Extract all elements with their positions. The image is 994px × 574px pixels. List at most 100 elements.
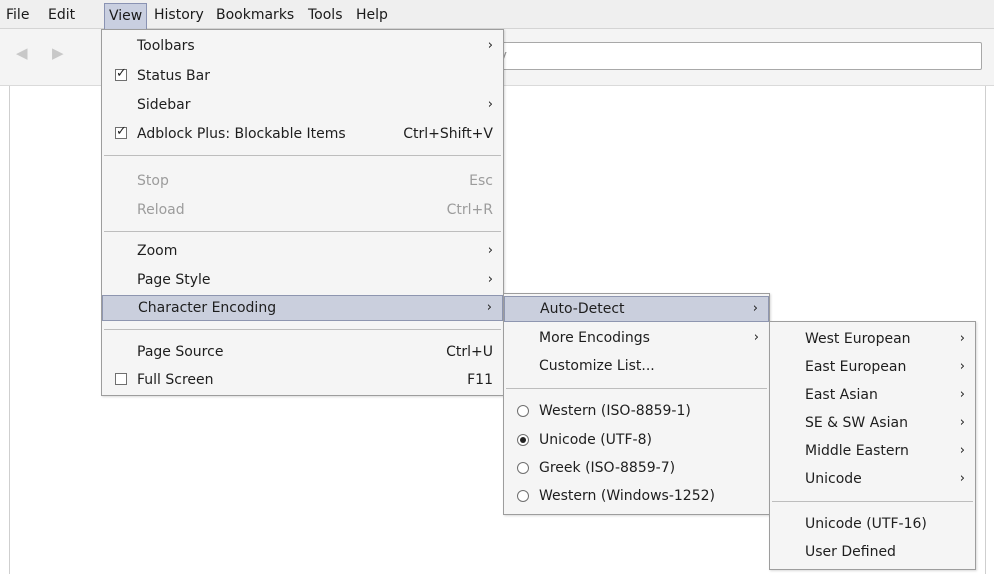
menu-item-label: Adblock Plus: Blockable Items [137,126,346,142]
radio-unselected[interactable] [517,462,529,474]
shortcut-label: Ctrl+U [446,344,493,360]
shortcut-label: Ctrl+Shift+V [403,126,493,142]
page-frame-right [985,86,986,574]
back-icon[interactable]: ◀ [16,44,28,62]
menu-item-label: East European [805,359,907,375]
menu-item-label: Western (Windows-1252) [539,488,715,504]
menu-item-label: Status Bar [137,68,211,84]
menu-item-auto-detect[interactable]: Auto-Detect › [504,296,769,322]
forward-icon[interactable]: ▶ [52,44,64,62]
checkbox-checked[interactable]: ✓ [115,124,127,139]
menu-item-label: Character Encoding [138,300,277,316]
menu-item-label: Page Style [137,272,211,288]
menu-item-se-sw-asian[interactable]: SE & SW Asian › [770,410,975,436]
submenu-arrow-icon: › [752,301,758,316]
menu-item-zoom[interactable]: Zoom › [102,238,503,264]
menu-item-label: East Asian [805,387,878,403]
menu-item-page-source[interactable]: Page Source Ctrl+U [102,339,503,365]
menu-item-user-defined[interactable]: User Defined [770,539,975,565]
menu-item-stop[interactable]: Stop Esc [102,168,503,194]
submenu-arrow-icon: › [959,387,965,402]
menu-item-label: Unicode [805,471,862,487]
menu-item-reload[interactable]: Reload Ctrl+R [102,197,503,223]
menu-item-label: More Encodings [539,330,650,346]
menu-item-label: Unicode (UTF-16) [805,516,927,532]
menu-item-more-encodings[interactable]: More Encodings › [504,325,769,351]
submenu-arrow-icon: › [487,243,493,258]
submenu-arrow-icon: › [487,97,493,112]
menu-item-label: Reload [137,202,185,218]
menu-item-label: Greek (ISO-8859-7) [539,460,676,476]
radio-dot-icon [520,437,526,443]
menu-separator [772,501,973,502]
menu-item-greek[interactable]: Greek (ISO-8859-7) [504,455,769,481]
menu-separator [104,329,501,330]
check-icon: ✓ [116,124,127,139]
checkbox-unchecked[interactable] [115,373,127,385]
shortcut-label: F11 [467,372,493,388]
submenu-arrow-icon: › [959,443,965,458]
submenu-arrow-icon: › [959,415,965,430]
more-encodings-submenu: West European › East European › East Asi… [769,321,976,570]
view-menu: Toolbars › ✓ Status Bar Sidebar › ✓ Adbl… [101,29,504,396]
menu-item-page-style[interactable]: Page Style › [102,267,503,293]
page-frame-left [9,86,10,574]
menu-bookmarks[interactable]: Bookmarks [212,4,298,26]
radio-selected[interactable] [517,434,529,446]
shortcut-label: Ctrl+R [446,202,493,218]
menu-help[interactable]: Help [352,4,392,26]
menu-item-sidebar[interactable]: Sidebar › [102,92,503,118]
menu-item-label: Zoom [137,243,178,259]
menu-item-east-asian[interactable]: East Asian › [770,382,975,408]
menu-item-middle-eastern[interactable]: Middle Eastern › [770,438,975,464]
menu-item-label: Auto-Detect [540,301,625,317]
menu-item-unicode-utf8[interactable]: Unicode (UTF-8) [504,427,769,453]
menu-view[interactable]: View [104,3,148,29]
submenu-arrow-icon: › [959,331,965,346]
menu-item-toolbars[interactable]: Toolbars › [102,33,503,59]
menu-item-west-european[interactable]: West European › [770,326,975,352]
submenu-arrow-icon: › [486,300,492,315]
menu-item-label: Sidebar [137,97,191,113]
submenu-arrow-icon: › [959,471,965,486]
url-bar[interactable]: ry [488,42,982,70]
menu-bar: File Edit View History Bookmarks Tools H… [0,0,994,29]
menu-item-label: SE & SW Asian [805,415,908,431]
menu-edit[interactable]: Edit [44,4,79,26]
menu-item-western-windows[interactable]: Western (Windows-1252) [504,483,769,509]
shortcut-label: Esc [469,173,493,189]
submenu-arrow-icon: › [753,330,759,345]
menu-file[interactable]: File [2,4,33,26]
submenu-arrow-icon: › [487,272,493,287]
menu-item-adblock[interactable]: ✓ Adblock Plus: Blockable Items Ctrl+Shi… [102,121,503,147]
submenu-arrow-icon: › [487,38,493,53]
menu-item-east-european[interactable]: East European › [770,354,975,380]
radio-unselected[interactable] [517,490,529,502]
menu-item-unicode[interactable]: Unicode › [770,466,975,492]
menu-item-customize-list[interactable]: Customize List... [504,353,769,379]
menu-item-label: Unicode (UTF-8) [539,432,652,448]
menu-item-label: User Defined [805,544,896,560]
check-icon: ✓ [116,66,127,81]
menu-item-character-encoding[interactable]: Character Encoding › [102,295,503,321]
menu-item-label: Full Screen [137,372,214,388]
menu-separator [104,231,501,232]
menu-item-label: Middle Eastern [805,443,909,459]
menu-item-status-bar[interactable]: ✓ Status Bar [102,63,503,89]
menu-item-label: Page Source [137,344,224,360]
menu-history[interactable]: History [150,4,208,26]
menu-item-label: Stop [137,173,169,189]
menu-item-unicode-utf16[interactable]: Unicode (UTF-16) [770,511,975,537]
menu-item-label: Western (ISO-8859-1) [539,403,691,419]
submenu-arrow-icon: › [959,359,965,374]
menu-item-western-iso[interactable]: Western (ISO-8859-1) [504,398,769,424]
menu-item-full-screen[interactable]: Full Screen F11 [102,367,503,393]
menu-item-label: Customize List... [539,358,655,374]
menu-tools[interactable]: Tools [304,4,347,26]
menu-item-label: West European [805,331,911,347]
menu-item-label: Toolbars [137,38,195,54]
menu-separator [104,155,501,156]
radio-unselected[interactable] [517,405,529,417]
checkbox-checked[interactable]: ✓ [115,66,127,81]
menu-separator [506,388,767,389]
